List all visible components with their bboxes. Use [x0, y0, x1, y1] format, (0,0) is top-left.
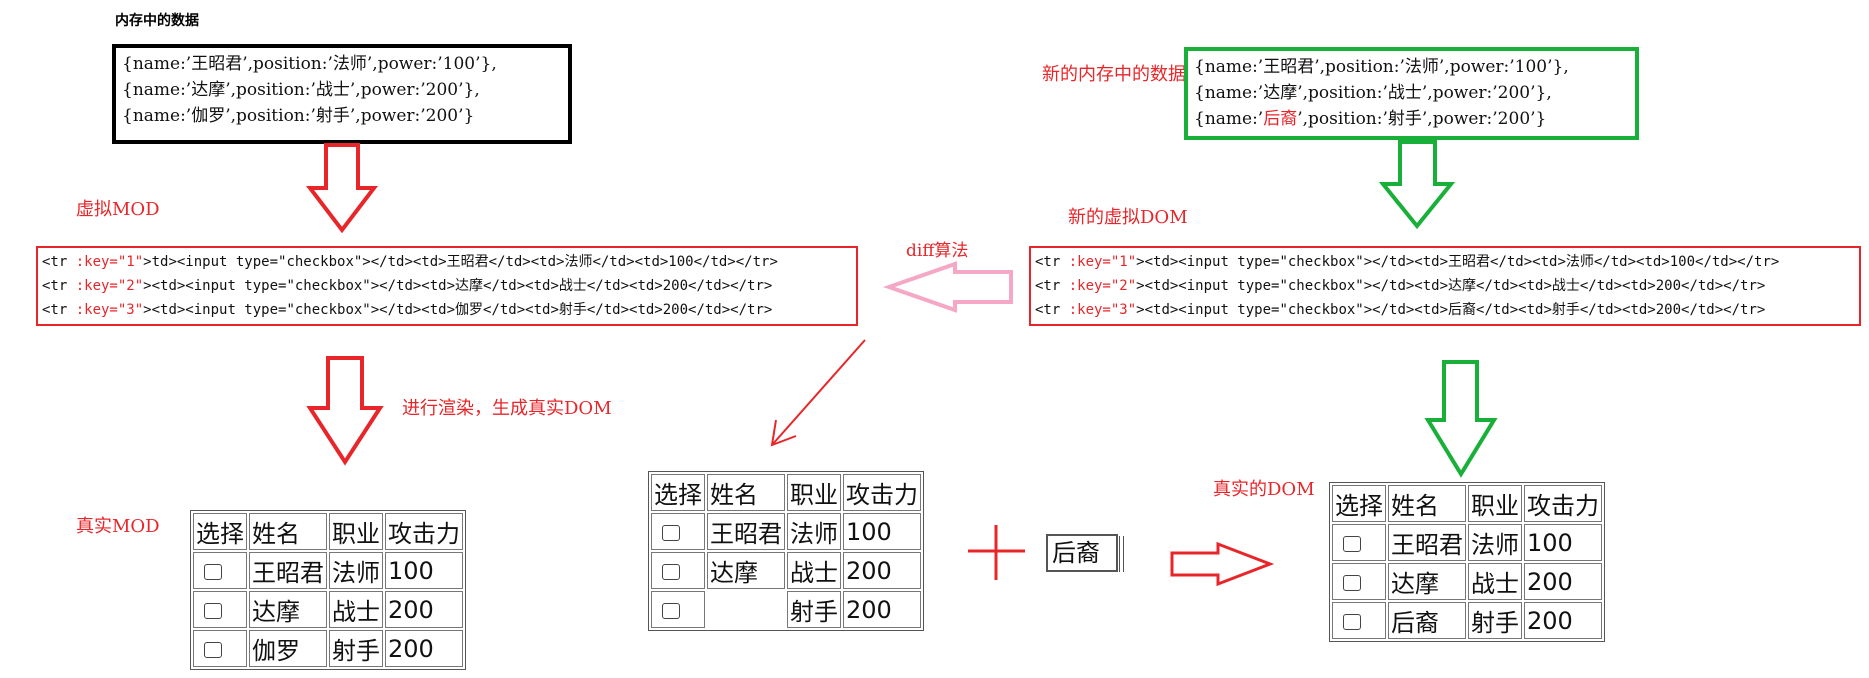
diagonal-arrow-line — [771, 339, 866, 446]
down-arrow-icon — [1424, 360, 1498, 478]
left-arrow-icon — [882, 261, 1013, 313]
down-arrow-icon — [306, 356, 384, 466]
down-arrow-icon — [1378, 140, 1456, 230]
arrow-layer — [305, 140, 1498, 587]
down-arrow-icon — [305, 143, 379, 234]
right-arrow-icon — [1170, 541, 1275, 587]
